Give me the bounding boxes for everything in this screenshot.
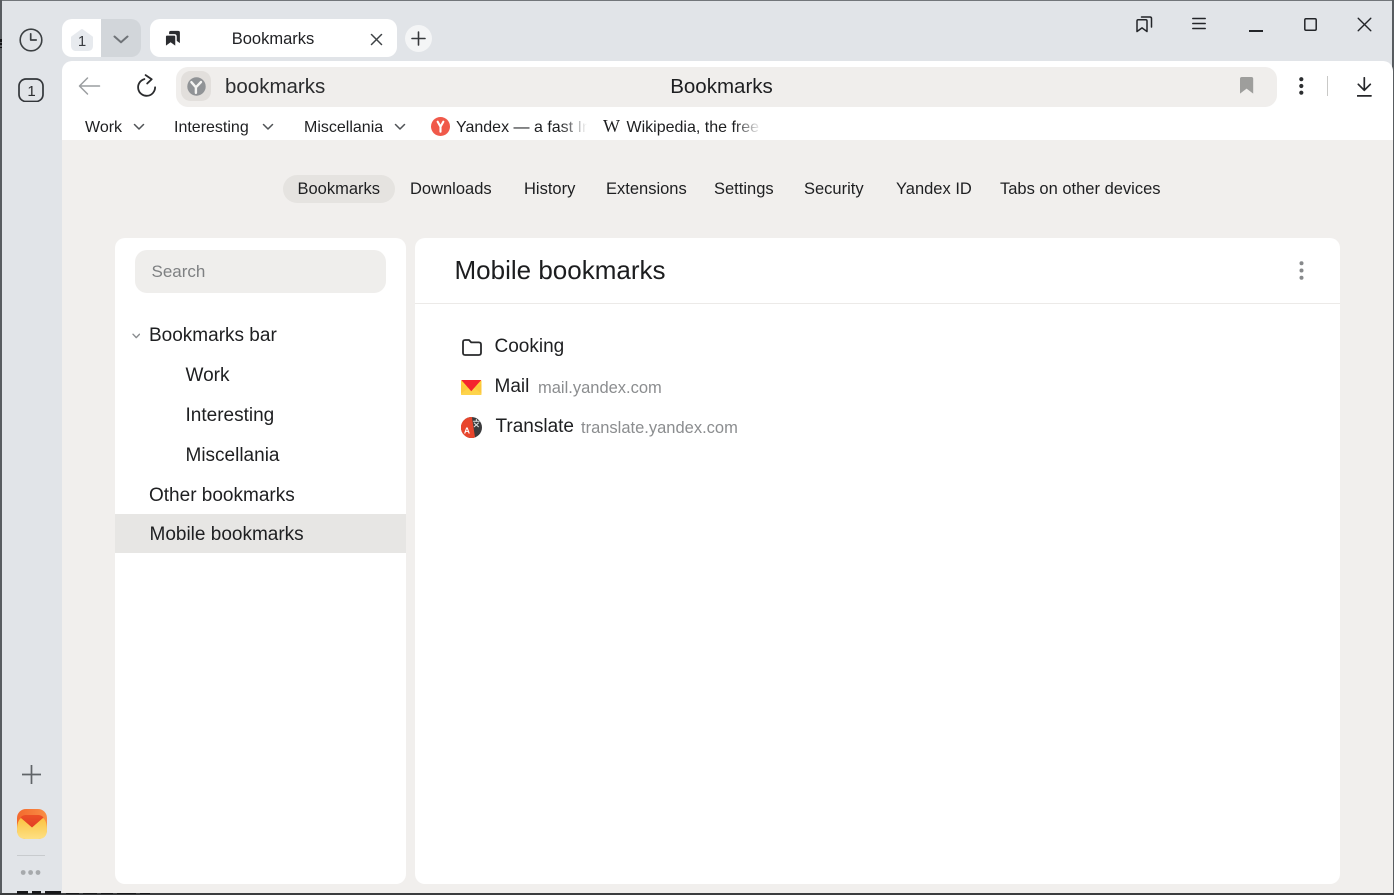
svg-text:1: 1 (77, 33, 85, 50)
svg-text:1: 1 (27, 83, 35, 100)
svg-text:A: A (463, 425, 469, 435)
